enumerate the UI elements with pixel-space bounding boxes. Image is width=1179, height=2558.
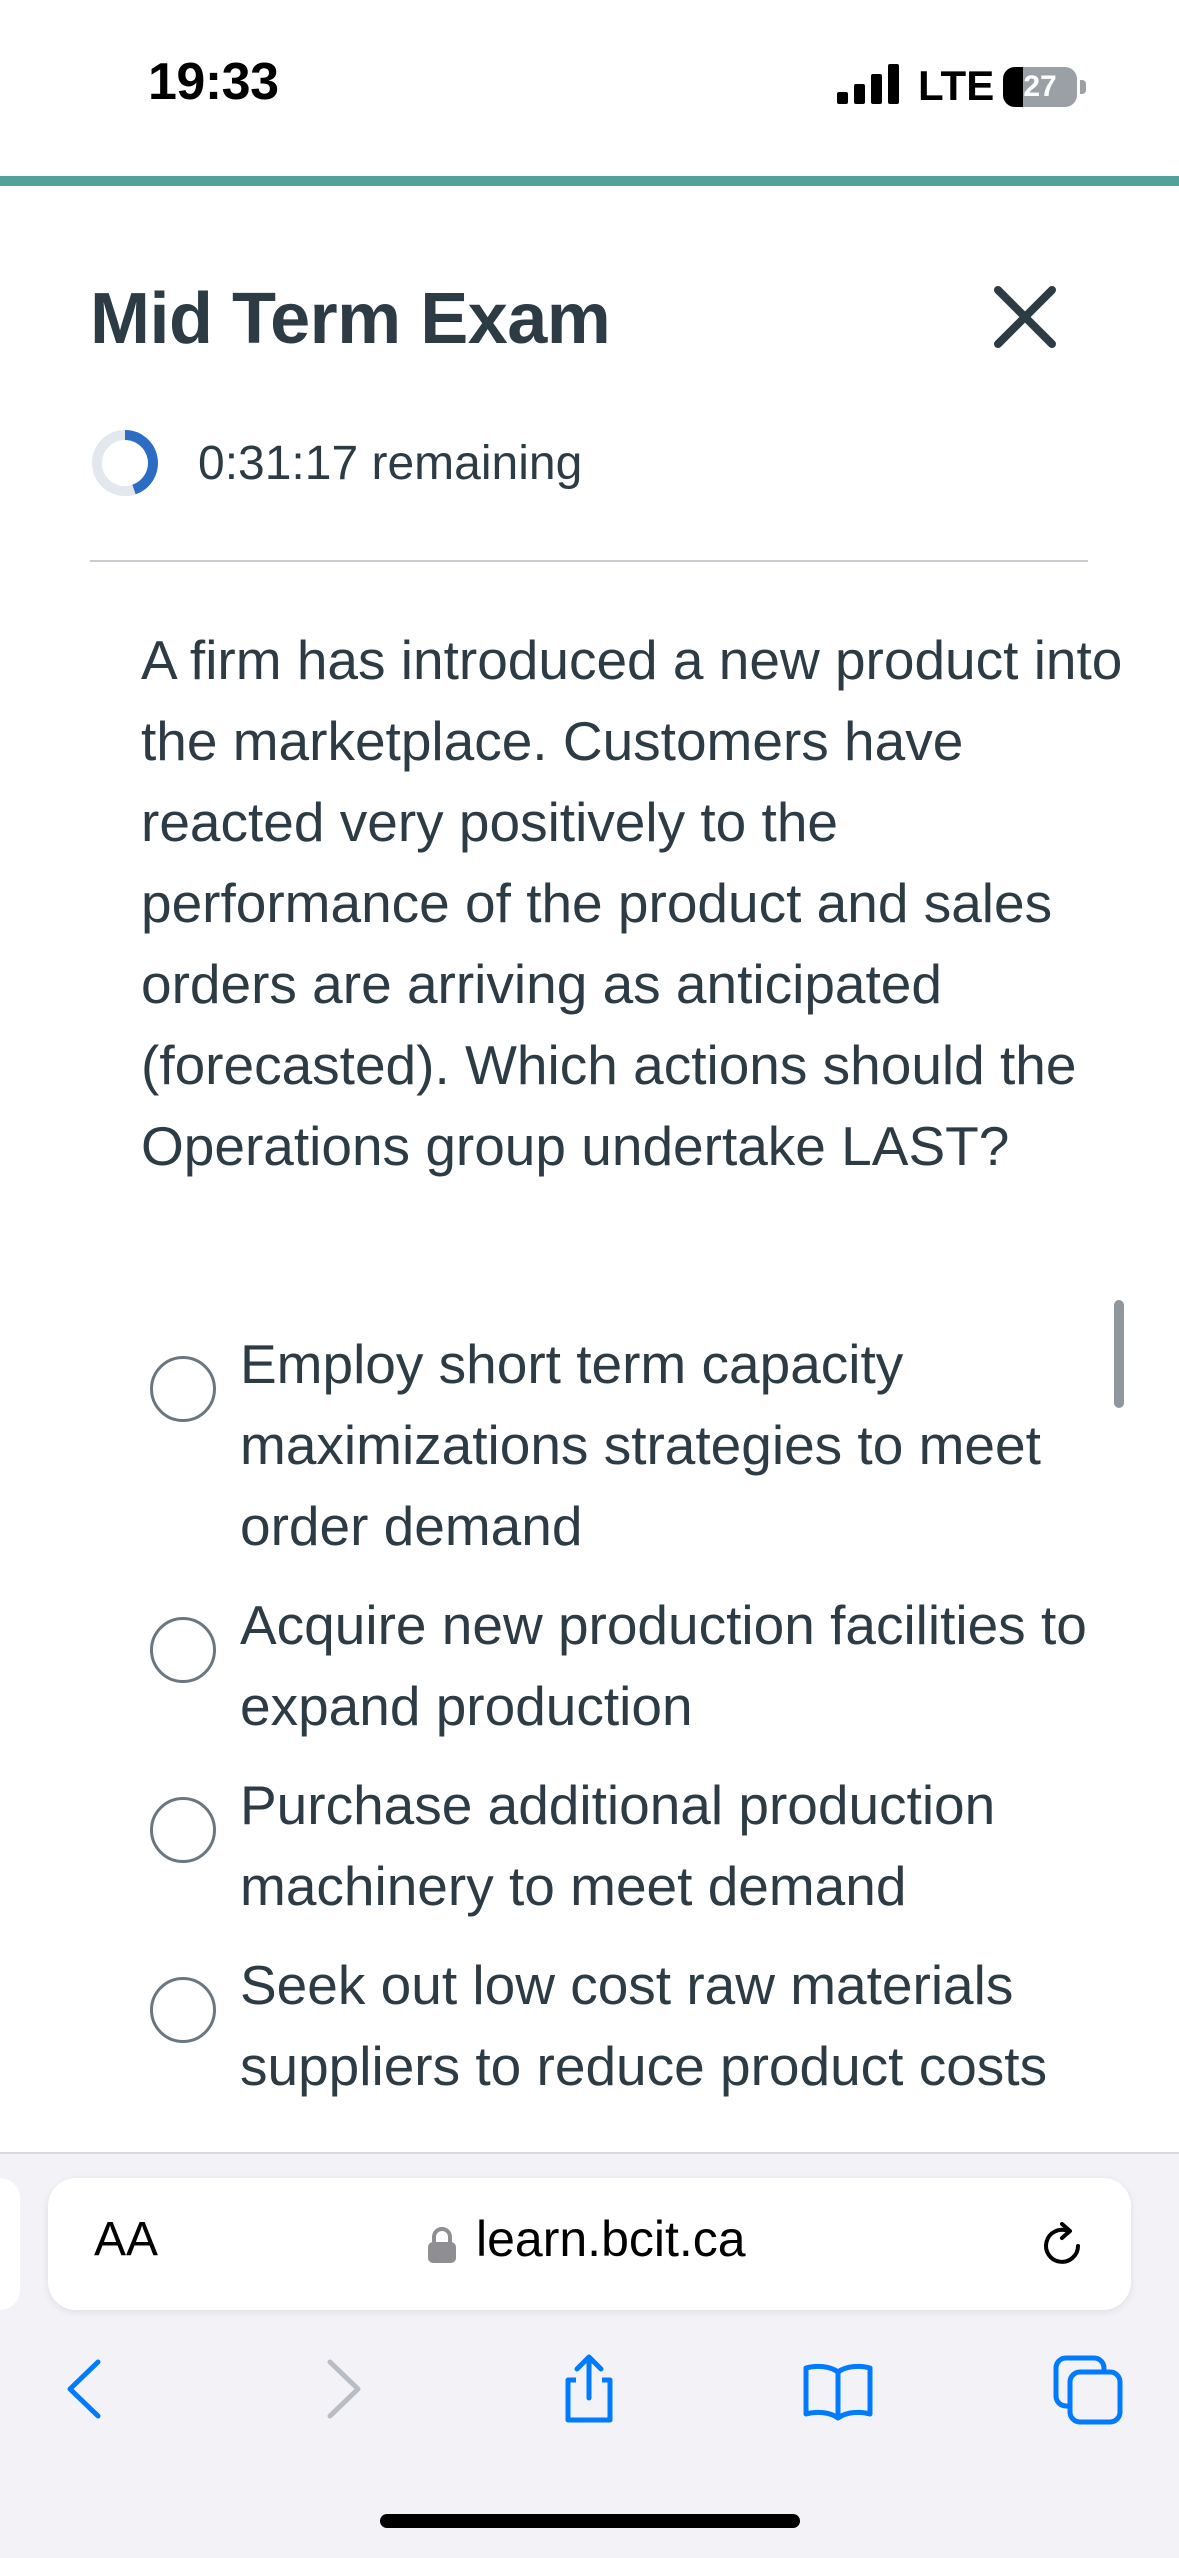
chevron-left-icon — [67, 2359, 101, 2419]
bookmarks-button[interactable] — [802, 2354, 873, 2424]
option-label: Seek out low cost raw materials supplier… — [240, 1954, 1048, 2097]
reload-icon — [1044, 2222, 1080, 2264]
close-icon — [994, 286, 1056, 348]
answer-option[interactable]: Seek out low cost raw materials supplier… — [148, 1945, 1128, 2115]
scrollbar[interactable] — [1114, 1300, 1124, 1408]
back-button[interactable] — [52, 2354, 122, 2424]
accent-rule — [0, 176, 1179, 186]
radio-button[interactable] — [150, 1797, 216, 1863]
battery-icon: 27 — [1003, 67, 1077, 107]
radio-button[interactable] — [150, 1617, 216, 1683]
time-remaining: 0:31:17 remaining — [198, 437, 583, 490]
header-divider — [90, 560, 1088, 562]
url-text[interactable]: learn.bcit.ca — [476, 2210, 746, 2268]
chevron-right-icon — [327, 2359, 361, 2419]
question-text: A firm has introduced a new product into… — [141, 629, 1123, 1177]
reload-button[interactable] — [1034, 2218, 1090, 2274]
option-label: Purchase additional production machinery… — [240, 1774, 996, 1917]
answer-option[interactable]: Acquire new production facilities to exp… — [148, 1585, 1128, 1755]
option-label: Acquire new production facilities to exp… — [240, 1594, 1087, 1737]
answer-option[interactable]: Employ short term capacity maximizations… — [148, 1324, 1128, 1574]
answer-option[interactable]: Purchase additional production machinery… — [148, 1765, 1128, 1935]
forward-button[interactable] — [306, 2354, 376, 2424]
battery-cap — [1080, 80, 1086, 94]
previous-tab-peek[interactable] — [0, 2178, 20, 2310]
radio-button[interactable] — [150, 1356, 216, 1422]
book-icon — [803, 2363, 873, 2421]
tabs-icon — [1053, 2355, 1123, 2425]
share-icon — [565, 2354, 613, 2423]
tabs-button[interactable] — [1052, 2354, 1123, 2425]
signal-icon — [837, 62, 899, 104]
battery-level: 27 — [1023, 70, 1057, 103]
lock-icon — [426, 2226, 458, 2264]
home-indicator — [380, 2514, 800, 2528]
timer-ring-icon — [90, 428, 160, 498]
share-button[interactable] — [554, 2354, 624, 2424]
status-time: 19:33 — [148, 53, 279, 111]
option-label: Employ short term capacity maximizations… — [240, 1333, 1041, 1557]
radio-button[interactable] — [150, 1977, 216, 2043]
text-size-button[interactable]: AA — [94, 2212, 158, 2267]
exam-title: Mid Term Exam — [90, 279, 611, 359]
network-label: LTE — [918, 62, 995, 109]
close-button[interactable] — [990, 282, 1060, 352]
